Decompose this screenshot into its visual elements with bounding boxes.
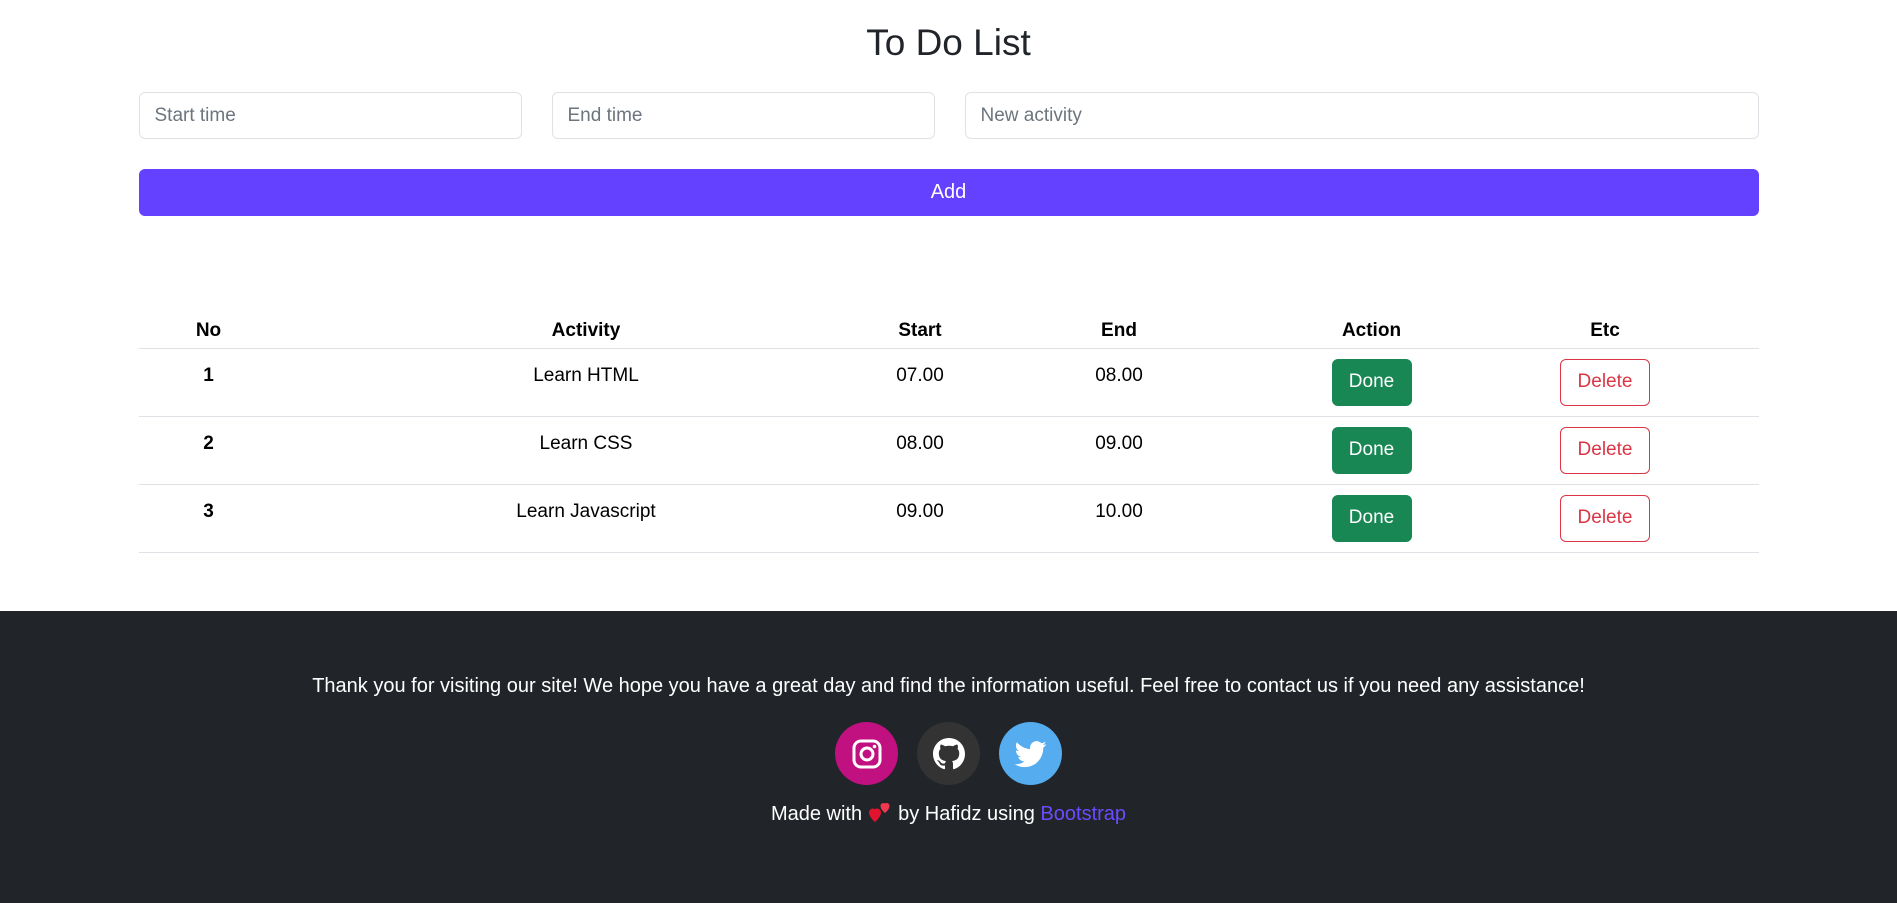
row-number: 2 [138, 416, 279, 485]
instagram-link[interactable] [835, 722, 898, 785]
row-action-cell: Done [1291, 484, 1452, 553]
header-start: Start [893, 314, 947, 349]
row-end: 10.00 [946, 484, 1292, 553]
github-link[interactable] [917, 722, 980, 785]
row-action-cell: Done [1291, 348, 1452, 417]
todo-table: No Activity Start End Action Etc 1 Learn… [138, 314, 1759, 553]
twitter-icon [1014, 740, 1046, 767]
input-row [138, 92, 1759, 139]
delete-button[interactable]: Delete [1560, 426, 1650, 474]
bootstrap-link[interactable]: Bootstrap [1040, 803, 1126, 825]
row-etc-cell: Delete [1451, 348, 1759, 417]
table-header-row: No Activity Start End Action Etc [138, 314, 1759, 349]
add-button[interactable]: Add [138, 169, 1759, 216]
end-time-input[interactable] [551, 92, 935, 139]
row-end: 09.00 [946, 416, 1292, 485]
start-time-input[interactable] [138, 92, 522, 139]
delete-button[interactable]: Delete [1560, 494, 1650, 542]
row-number: 3 [138, 484, 279, 553]
github-icon [932, 737, 965, 769]
row-etc-cell: Delete [1451, 484, 1759, 553]
table-row: 3 Learn Javascript 09.00 10.00 Done Dele… [138, 484, 1759, 553]
done-button[interactable]: Done [1331, 358, 1412, 406]
made-with-line: Made with by Hafidz using Bootstrap [0, 801, 1897, 826]
row-activity: Learn Javascript [278, 484, 894, 553]
new-activity-input[interactable] [964, 92, 1759, 139]
row-activity: Learn HTML [278, 348, 894, 417]
footer-message: Thank you for visiting our site! We hope… [312, 675, 1585, 697]
social-links [0, 722, 1897, 785]
header-activity: Activity [278, 314, 894, 349]
header-etc: Etc [1451, 314, 1759, 349]
made-prefix: Made with [770, 803, 863, 825]
row-activity: Learn CSS [278, 416, 894, 485]
made-by: by Hafidz using [898, 803, 1035, 825]
row-number: 1 [138, 348, 279, 417]
site-footer: Thank you for visiting our site! We hope… [0, 611, 1897, 903]
header-end: End [946, 314, 1292, 349]
done-button[interactable]: Done [1331, 426, 1412, 474]
row-action-cell: Done [1291, 416, 1452, 485]
row-end: 08.00 [946, 348, 1292, 417]
page-title: To Do List [866, 22, 1031, 63]
header-no: No [138, 314, 279, 349]
row-start: 07.00 [893, 348, 947, 417]
twitter-link[interactable] [999, 722, 1062, 785]
main-container: To Do List Add No Activity Start End Act… [138, 0, 1759, 553]
row-start: 08.00 [893, 416, 947, 485]
done-button[interactable]: Done [1331, 494, 1412, 542]
header-action: Action [1291, 314, 1452, 349]
instagram-icon [852, 739, 881, 768]
hearts-icon [869, 803, 890, 822]
table-row: 1 Learn HTML 07.00 08.00 Done Delete [138, 348, 1759, 417]
delete-button[interactable]: Delete [1560, 358, 1650, 406]
table-row: 2 Learn CSS 08.00 09.00 Done Delete [138, 416, 1759, 485]
row-etc-cell: Delete [1451, 416, 1759, 485]
row-start: 09.00 [893, 484, 947, 553]
